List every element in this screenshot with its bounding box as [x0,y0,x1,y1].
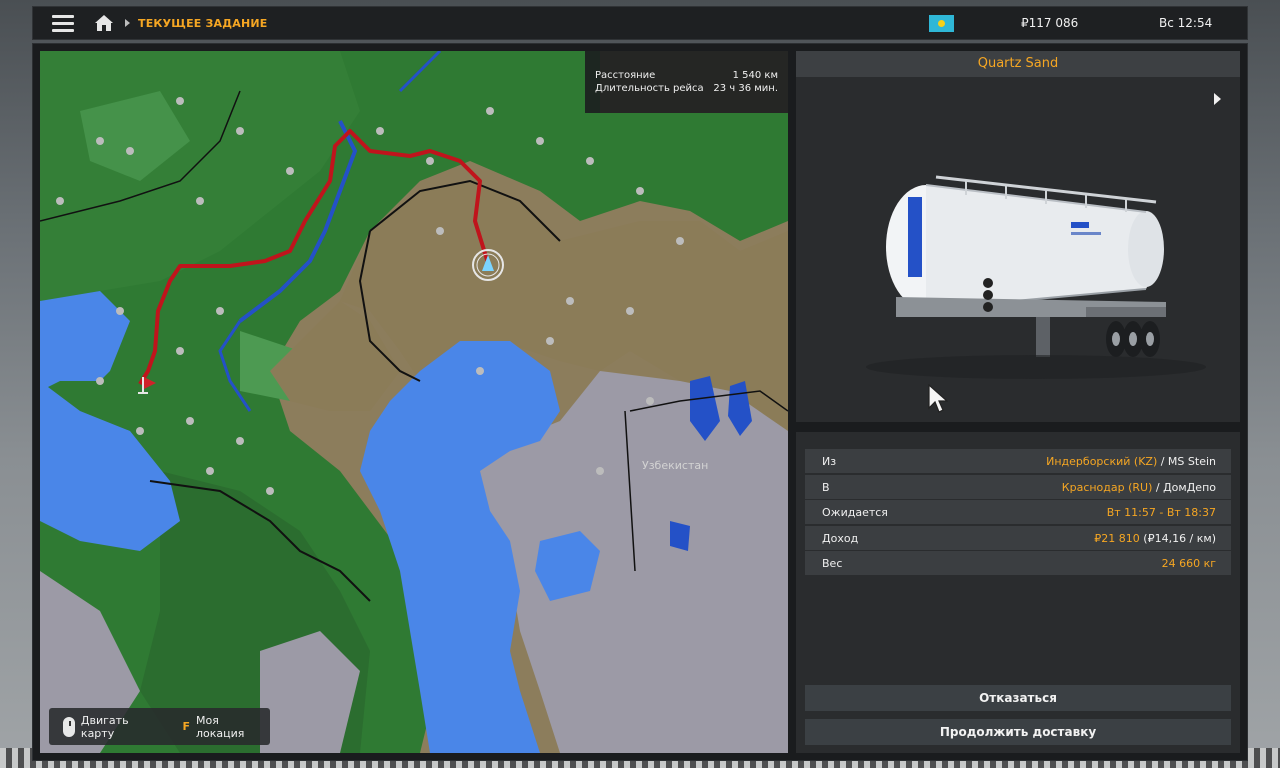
home-icon [95,15,113,31]
top-bar: ТЕКУЩЕЕ ЗАДАНИЕ ₽117 086 Вс 12:54 [32,6,1248,40]
player-position-icon [472,249,504,281]
weight-value: 24 660 кг [1161,556,1216,570]
detail-row-to: В Краснодар (RU) / ДомДепо [805,475,1231,499]
from-label: Из [822,454,837,468]
duration-value: 23 ч 36 мин. [713,83,778,94]
income-rate: (₽14,16 / км) [1143,531,1216,545]
to-company: / ДомДепо [1155,480,1216,494]
cursor-icon [928,384,948,413]
cargo-panel: Quartz Sand [796,51,1240,422]
income-label: Доход [822,531,859,545]
mouse-icon [63,716,75,737]
continue-delivery-button[interactable]: Продолжить доставку [805,719,1231,745]
route-stats: Расстояние 1 540 км Длительность рейса 2… [585,51,788,113]
expected-label: Ожидается [822,505,888,519]
country-label: Узбекистан [642,459,709,472]
route-map[interactable]: Узбекистан Расстояние 1 540 км Длительно… [40,51,788,753]
map-canvas [40,51,788,753]
detail-row-from: Из Индерборский (KZ) / MS Stein [805,449,1231,473]
menu-icon [52,13,74,34]
from-city: Индерборский (KZ) [1046,454,1158,468]
money-balance: ₽117 086 [1021,16,1079,30]
home-button[interactable] [87,6,121,40]
from-company: / MS Stein [1160,454,1216,468]
distance-label: Расстояние [595,70,656,81]
weight-label: Вес [822,556,843,570]
my-location-button[interactable]: Моя локация [196,714,270,740]
trailer-image [866,175,1206,379]
income-value: ₽21 810 (₽14,16 / км) [1094,532,1216,545]
game-clock: Вс 12:54 [1159,16,1213,30]
chevron-right-icon [125,19,130,27]
income-amount: ₽21 810 [1094,531,1140,545]
to-label: В [822,480,830,494]
map-controls: Двигать карту F Моя локация [49,708,270,745]
to-city: Краснодар (RU) [1061,480,1153,494]
detail-row-expected: Ожидается Вт 11:57 - Вт 18:37 [805,500,1231,524]
distance-value: 1 540 км [732,70,778,81]
menu-button[interactable] [43,6,83,40]
to-value: Краснодар (RU) / ДомДепо [1062,481,1216,494]
detail-row-weight: Вес 24 660 кг [805,551,1231,575]
page-title: ТЕКУЩЕЕ ЗАДАНИЕ [138,16,268,30]
cancel-job-button[interactable]: Отказаться [805,685,1231,711]
detail-row-income: Доход ₽21 810 (₽14,16 / км) [805,526,1231,550]
kazakhstan-flag-icon [929,15,954,32]
duration-label: Длительность рейса [595,83,704,94]
move-map-label: Двигать карту [80,713,129,740]
job-details: Из Индерборский (KZ) / MS Stein В Красно… [796,432,1240,753]
from-value: Индерборский (KZ) / MS Stein [1046,455,1216,468]
lake [670,521,690,551]
cargo-name: Quartz Sand [796,51,1240,77]
location-key: F [182,720,191,733]
expected-value: Вт 11:57 - Вт 18:37 [1106,505,1216,519]
